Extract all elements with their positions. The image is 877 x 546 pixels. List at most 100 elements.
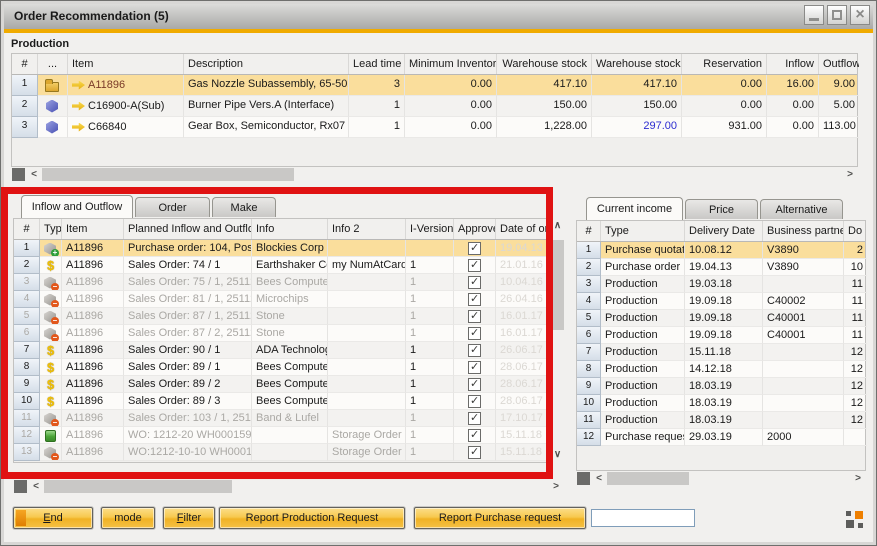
row-number[interactable]: 1 (12, 75, 38, 96)
title-bar[interactable]: Order Recommendation (5) (4, 4, 873, 30)
mode-button[interactable]: mode (101, 507, 155, 529)
approved-checkbox[interactable] (468, 242, 481, 255)
left-h-scrollbar[interactable] (13, 479, 564, 495)
inflow-outflow-row[interactable]: 2 A11896 Sales Order: 74 / 1 Earthshaker… (14, 257, 549, 274)
scroll-right-icon[interactable] (549, 479, 563, 494)
footer-text-input[interactable] (591, 509, 695, 527)
scroll-down-icon[interactable] (550, 448, 565, 462)
approved-checkbox[interactable] (468, 412, 481, 425)
tab-order[interactable]: Order (135, 197, 210, 217)
row-number[interactable]: 7 (14, 342, 40, 359)
row-number[interactable]: 12 (577, 429, 601, 446)
current-income-row[interactable]: 8 Production 14.12.18 12 (577, 361, 865, 378)
filter-button[interactable]: Filter (163, 507, 215, 529)
approved-checkbox[interactable] (468, 378, 481, 391)
link-arrow-icon[interactable] (72, 81, 85, 90)
approved-checkbox[interactable] (468, 344, 481, 357)
inflow-outflow-row[interactable]: 1 A11896 Purchase order: 104, Pos 1 Bloc… (14, 240, 549, 257)
scroll-left-icon[interactable] (29, 479, 43, 494)
approved-checkbox[interactable] (468, 327, 481, 340)
right-h-scrollbar[interactable] (576, 471, 866, 487)
row-number[interactable]: 4 (577, 293, 601, 310)
row-number[interactable]: 3 (577, 276, 601, 293)
current-income-row[interactable]: 1 Purchase quotatio 10.08.12 V3890 2 (577, 242, 865, 259)
inflow-outflow-row[interactable]: 12 A11896 WO: 1212-20 WH000159 Storage O… (14, 427, 549, 444)
left-v-scrollbar[interactable] (550, 218, 566, 463)
current-income-row[interactable]: 6 Production 19.09.18 C40001 11 (577, 327, 865, 344)
row-number[interactable]: 3 (14, 274, 40, 291)
maximize-icon[interactable] (827, 5, 847, 25)
minimize-icon[interactable] (804, 5, 824, 25)
scroll-up-icon[interactable] (550, 219, 565, 233)
report-production-request-button[interactable]: Report Production Request (219, 507, 405, 529)
tab-inflow-and-outflow[interactable]: Inflow and Outflow (21, 195, 133, 218)
link-arrow-icon[interactable] (72, 102, 85, 111)
scroll-right-icon[interactable] (851, 471, 865, 486)
row-number[interactable]: 7 (577, 344, 601, 361)
inflow-outflow-row[interactable]: 10 A11896 Sales Order: 89 / 3 Bees Compu… (14, 393, 549, 410)
row-number[interactable]: 9 (577, 378, 601, 395)
row-number[interactable]: 11 (577, 412, 601, 429)
row-number[interactable]: 8 (14, 359, 40, 376)
current-income-row[interactable]: 4 Production 19.09.18 C40002 11 (577, 293, 865, 310)
current-income-row[interactable]: 7 Production 15.11.18 12 (577, 344, 865, 361)
row-number[interactable]: 8 (577, 361, 601, 378)
inflow-outflow-row[interactable]: 7 A11896 Sales Order: 90 / 1 ADA Technol… (14, 342, 549, 359)
scrollbar-thumb[interactable] (42, 168, 294, 181)
scroll-left-icon[interactable] (592, 471, 606, 486)
tab-make[interactable]: Make (212, 197, 276, 217)
scroll-left-icon[interactable] (27, 167, 41, 182)
row-number[interactable]: 12 (14, 427, 40, 444)
approved-checkbox[interactable] (468, 310, 481, 323)
link-arrow-icon[interactable] (72, 123, 85, 132)
inflow-outflow-row[interactable]: 8 A11896 Sales Order: 89 / 1 Bees Comput… (14, 359, 549, 376)
row-number[interactable]: 2 (14, 257, 40, 274)
scrollbar-thumb[interactable] (551, 240, 564, 330)
inflow-outflow-row[interactable]: 13 A11896 WO:1212-10-10 WH000159 Storage… (14, 444, 549, 461)
row-number[interactable]: 2 (577, 259, 601, 276)
row-number[interactable]: 1 (577, 242, 601, 259)
current-income-row[interactable]: 5 Production 19.09.18 C40001 11 (577, 310, 865, 327)
end-button[interactable]: End (13, 507, 93, 529)
scrollbar-thumb[interactable] (44, 480, 232, 493)
close-icon[interactable] (850, 5, 870, 25)
row-number[interactable]: 13 (14, 444, 40, 461)
inflow-outflow-row[interactable]: 5 A11896 Sales Order: 87 / 1, 2511218 St… (14, 308, 549, 325)
inflow-outflow-row[interactable]: 3 A11896 Sales Order: 75 / 1, 2511218 Be… (14, 274, 549, 291)
current-income-row[interactable]: 11 Production 18.03.19 12 (577, 412, 865, 429)
current-income-row[interactable]: 12 Purchase request 29.03.19 2000 (577, 429, 865, 446)
row-number[interactable]: 10 (14, 393, 40, 410)
row-number[interactable]: 6 (577, 327, 601, 344)
scroll-right-icon[interactable] (843, 167, 857, 182)
expand-form-icon[interactable] (846, 511, 863, 528)
row-number[interactable]: 2 (12, 96, 38, 117)
approved-checkbox[interactable] (468, 361, 481, 374)
current-income-row[interactable]: 3 Production 19.03.18 11 (577, 276, 865, 293)
production-table-row[interactable]: 3 C66840 Gear Box, Semiconductor, Rx07 1… (12, 117, 857, 138)
approved-checkbox[interactable] (468, 446, 481, 459)
inflow-outflow-row[interactable]: 4 A11896 Sales Order: 81 / 1, 2511218 Mi… (14, 291, 549, 308)
current-income-row[interactable]: 9 Production 18.03.19 12 (577, 378, 865, 395)
scrollbar-thumb[interactable] (607, 472, 689, 485)
tab-alternative[interactable]: Alternative (760, 199, 843, 219)
production-table-row[interactable]: 2 C16900-A(Sub) Burner Pipe Vers.A (Inte… (12, 96, 857, 117)
row-number[interactable]: 11 (14, 410, 40, 427)
inflow-outflow-row[interactable]: 6 A11896 Sales Order: 87 / 2, 2511218 St… (14, 325, 549, 342)
tab-price[interactable]: Price (685, 199, 758, 219)
tab-current-income[interactable]: Current income (586, 197, 683, 220)
approved-checkbox[interactable] (468, 259, 481, 272)
row-number[interactable]: 1 (14, 240, 40, 257)
row-number[interactable]: 6 (14, 325, 40, 342)
row-number[interactable]: 5 (14, 308, 40, 325)
current-income-row[interactable]: 10 Production 18.03.19 12 (577, 395, 865, 412)
production-h-scrollbar[interactable] (11, 167, 858, 183)
approved-checkbox[interactable] (468, 276, 481, 289)
row-number[interactable]: 9 (14, 376, 40, 393)
report-purchase-request-button[interactable]: Report Purchase request (414, 507, 586, 529)
inflow-outflow-row[interactable]: 9 A11896 Sales Order: 89 / 2 Bees Comput… (14, 376, 549, 393)
approved-checkbox[interactable] (468, 429, 481, 442)
row-number[interactable]: 10 (577, 395, 601, 412)
approved-checkbox[interactable] (468, 293, 481, 306)
approved-checkbox[interactable] (468, 395, 481, 408)
row-number[interactable]: 5 (577, 310, 601, 327)
